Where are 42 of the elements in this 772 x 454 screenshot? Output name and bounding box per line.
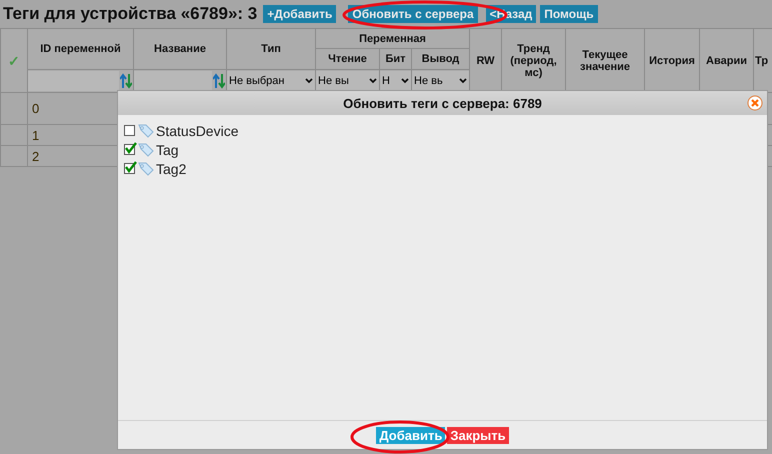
toolbar-button[interactable]: Обновить с сервера	[348, 5, 478, 23]
table-cell: 2	[32, 148, 40, 164]
column-header: Название	[134, 28, 226, 70]
check-icon: ✓	[8, 52, 20, 68]
checkbox[interactable]	[124, 144, 135, 155]
close-button[interactable]: Закрыть	[447, 426, 509, 444]
close-icon[interactable]	[747, 95, 763, 111]
column-header: ID переменной	[28, 28, 134, 70]
column-header: RW	[476, 54, 495, 66]
toolbar-button[interactable]: +Добавить	[263, 5, 336, 23]
table-cell: 0	[32, 101, 40, 116]
checkbox[interactable]	[124, 163, 135, 174]
caret-icon	[459, 78, 468, 84]
table-cell: 1	[32, 128, 40, 142]
column-header: Текущее значение	[580, 48, 630, 72]
column-group-header: Переменная	[316, 28, 470, 48]
tag-label: StatusDevice	[156, 122, 238, 138]
toolbar-button[interactable]: Помощь	[540, 5, 598, 23]
tag-icon	[138, 124, 154, 138]
column-header: Тр	[755, 54, 768, 66]
checkbox[interactable]	[124, 125, 135, 136]
column-header: Тренд (период, мс)	[510, 42, 557, 78]
column-header: Бит	[380, 48, 412, 70]
tag-label: Tag2	[156, 160, 186, 176]
filter-select[interactable]: Не вь	[412, 71, 470, 91]
page-title: Теги для устройства «6789»: 3	[3, 4, 258, 24]
caret-icon	[401, 78, 409, 84]
tag-label: Tag	[156, 142, 179, 158]
tag-icon	[138, 142, 154, 156]
caret-icon	[369, 78, 377, 84]
column-header: Вывод	[412, 48, 470, 70]
column-header: Тип	[226, 28, 316, 70]
caret-icon	[305, 78, 313, 84]
column-header: Чтение	[316, 48, 380, 70]
filter-select[interactable]: Не вы	[316, 71, 379, 91]
filter-select[interactable]: Н	[380, 71, 411, 91]
filter-select[interactable]: Не выбран	[227, 71, 315, 91]
dialog-title: Обновить теги с сервера: 6789	[343, 96, 542, 110]
column-header: История	[649, 54, 695, 66]
column-header: Аварии	[706, 54, 747, 66]
add-button[interactable]: Добавить	[376, 426, 446, 444]
tag-icon	[138, 162, 154, 176]
